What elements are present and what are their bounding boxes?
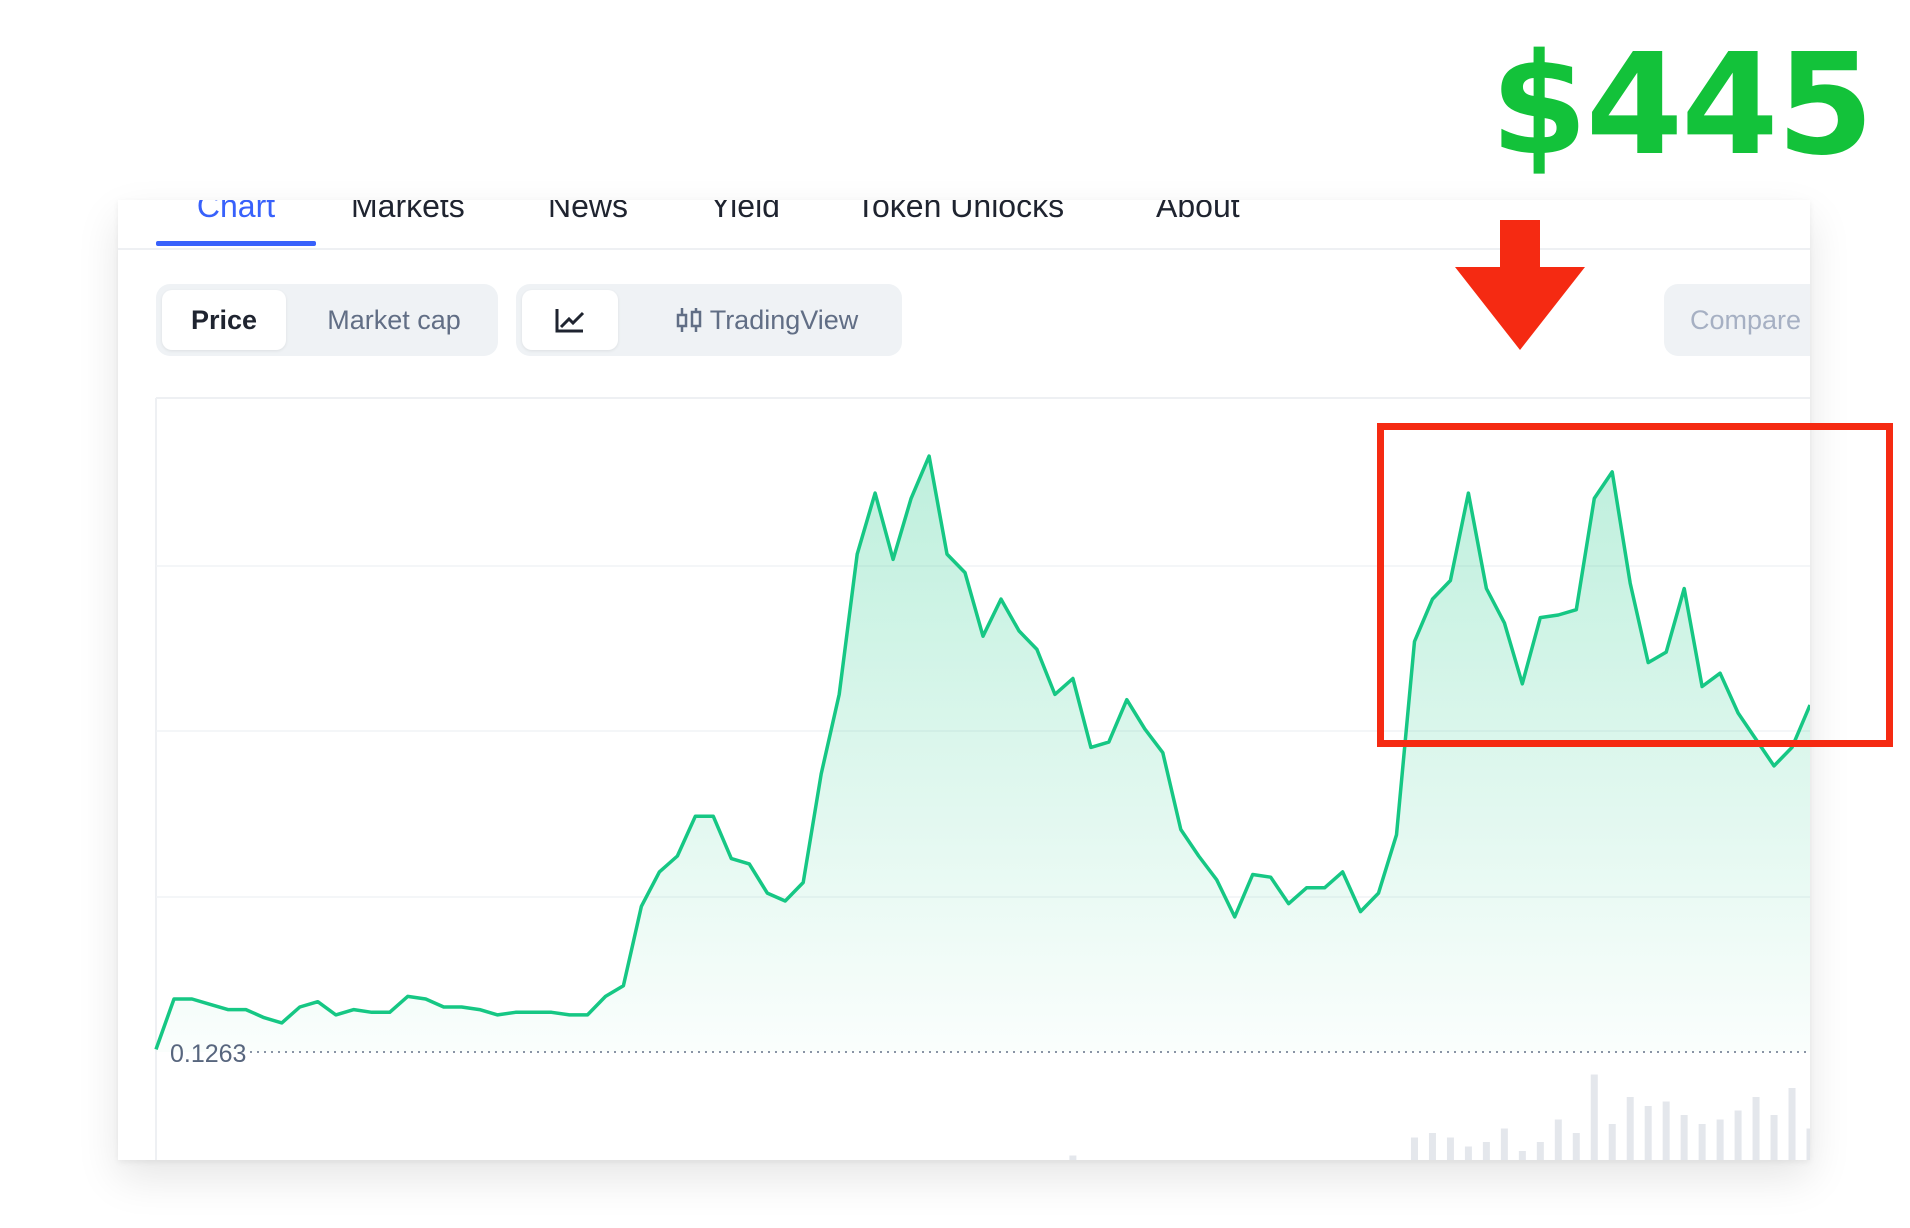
volume-bar (1482, 1142, 1490, 1160)
volume-bar (1698, 1124, 1706, 1160)
volume-bar (1770, 1115, 1778, 1160)
volume-bar (1428, 1133, 1436, 1160)
volume-bar (1644, 1106, 1652, 1160)
baseline-label: 0.1263 (170, 1040, 246, 1068)
volume-bar (1069, 1155, 1077, 1160)
volume-bar (1536, 1142, 1544, 1160)
volume-bar (1680, 1115, 1688, 1160)
volume-bar (1518, 1151, 1526, 1160)
volume-bar (1608, 1124, 1616, 1160)
volume-bar (1752, 1097, 1760, 1160)
volume-bar (1464, 1146, 1472, 1160)
highlight-box-annotation (1377, 423, 1893, 747)
volume-bar (1446, 1137, 1454, 1160)
volume-bar (1572, 1133, 1580, 1160)
volume-bar (1410, 1137, 1418, 1160)
volume-bar (1626, 1097, 1634, 1160)
volume-bar (1788, 1088, 1796, 1160)
volume-bar (1734, 1110, 1742, 1160)
volume-bar (1500, 1128, 1508, 1160)
volume-bar (1554, 1119, 1562, 1160)
volume-bar (1590, 1074, 1598, 1160)
headline-price: $445 (1490, 24, 1874, 187)
volume-bar (1662, 1101, 1670, 1160)
volume-bar (1806, 1128, 1810, 1160)
volume-bar (1716, 1119, 1724, 1160)
